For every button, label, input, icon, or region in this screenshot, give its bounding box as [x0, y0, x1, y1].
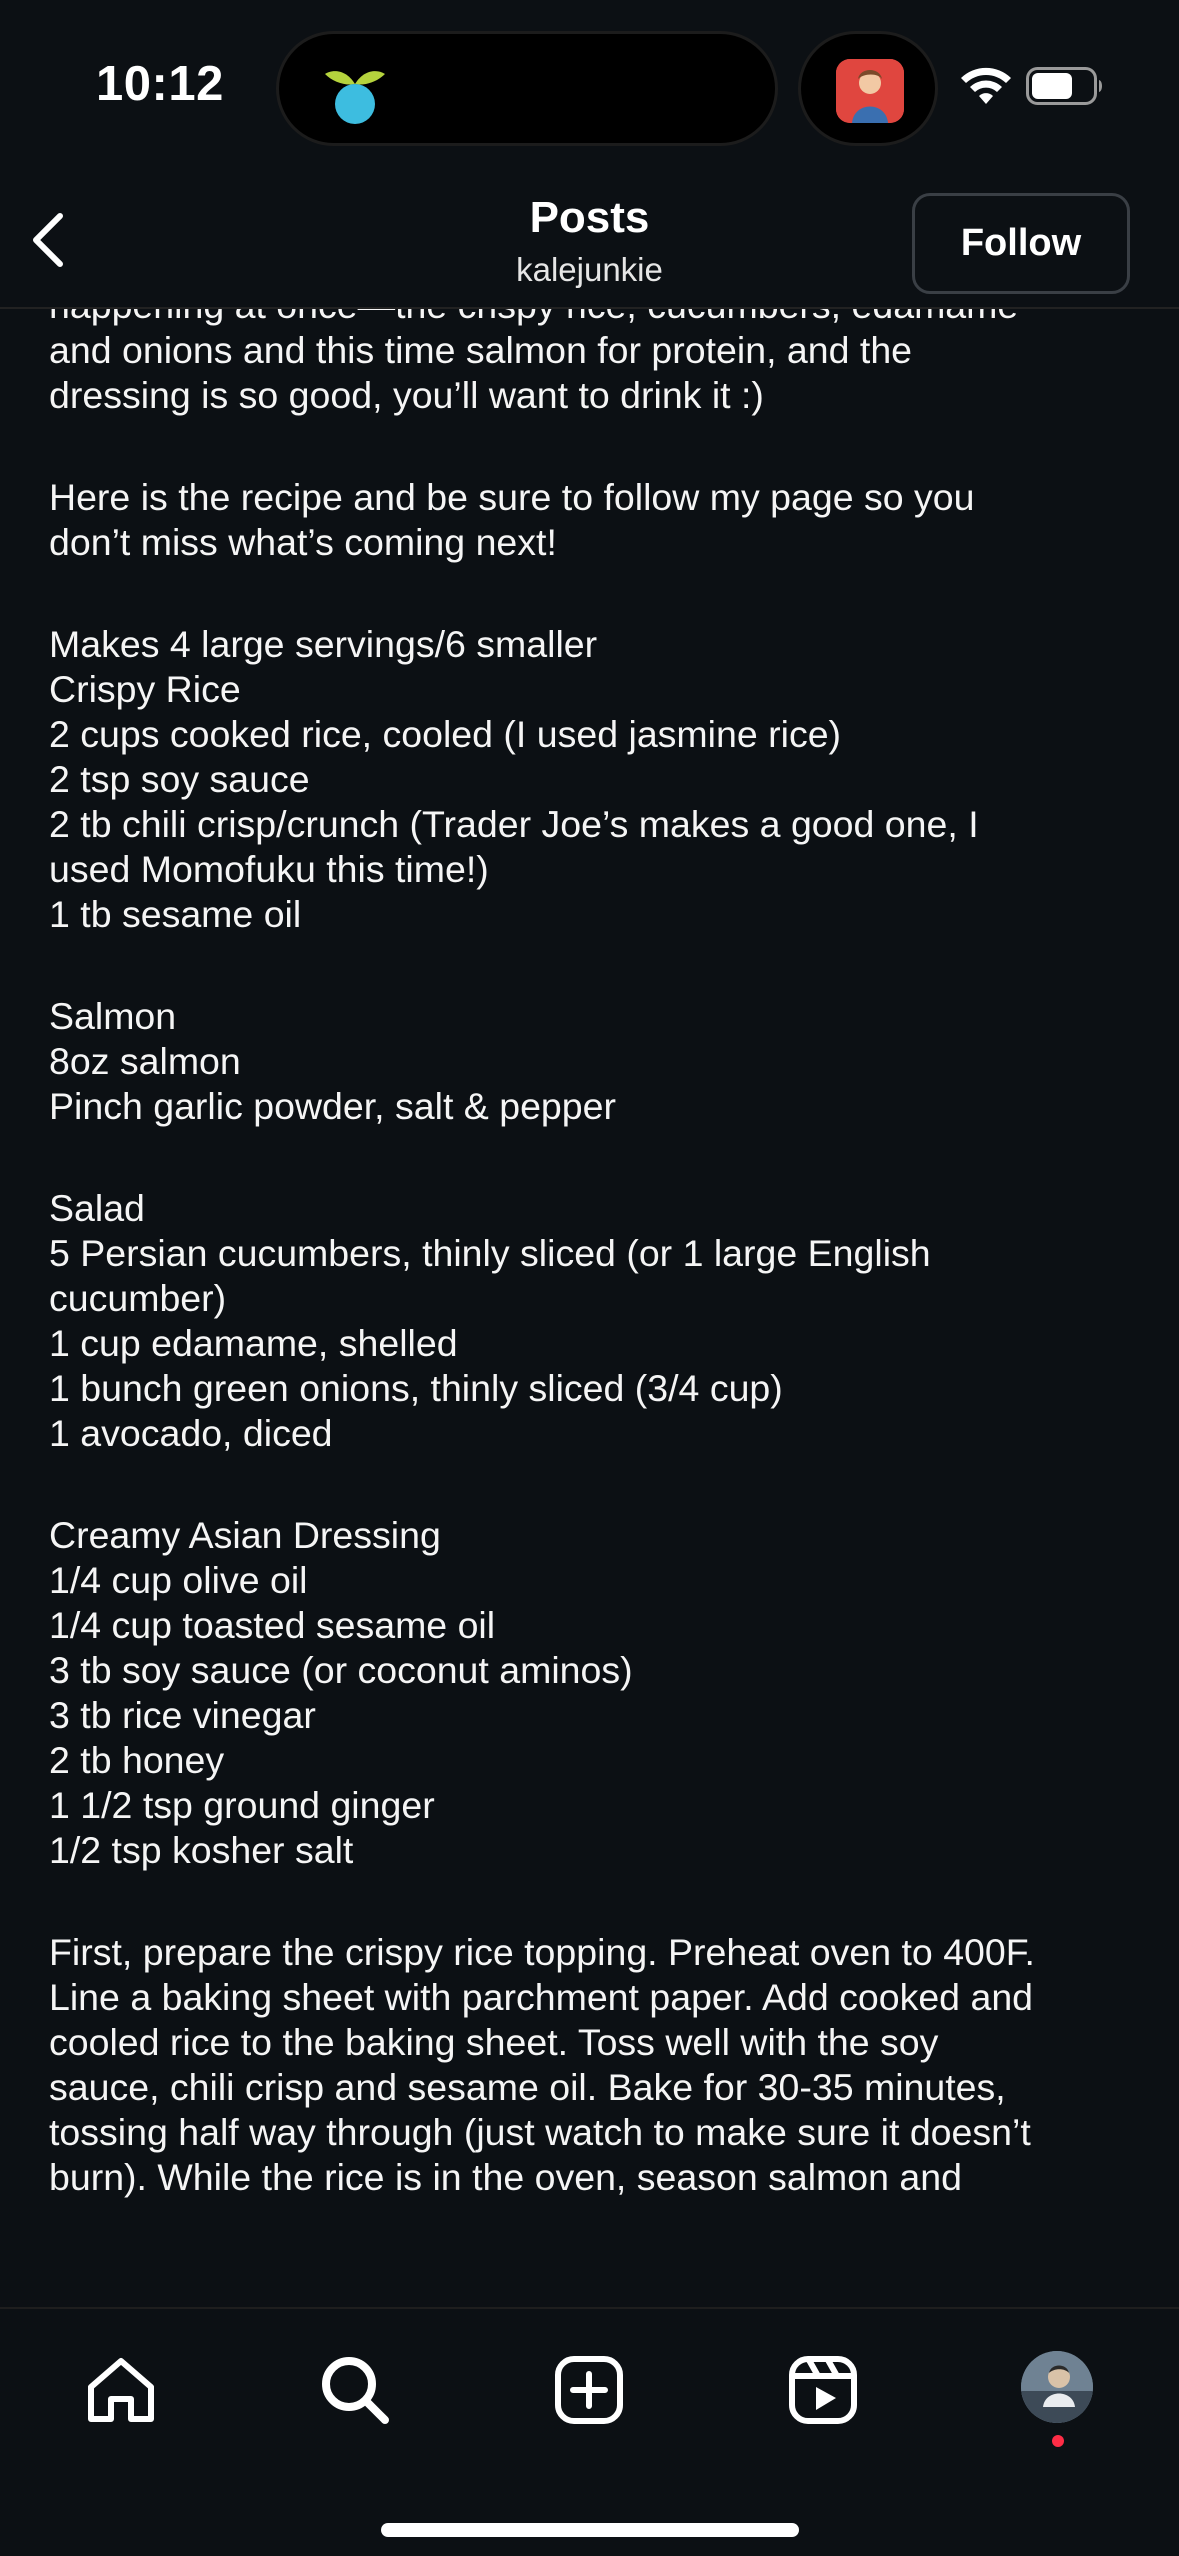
media-thumbnail	[836, 59, 904, 123]
caption-line: Creamy Asian Dressing	[49, 1514, 441, 1556]
notification-dot	[1052, 2435, 1064, 2447]
caption-line: 1 tb sesame oil	[49, 893, 302, 935]
caption-paragraph-break	[49, 418, 1149, 475]
wifi-icon	[961, 67, 1011, 104]
caption-line: happening at once—the crispy rice, cucum…	[49, 309, 1149, 328]
home-indicator	[381, 2523, 799, 2537]
dynamic-island[interactable]	[276, 31, 778, 146]
create-post-icon	[555, 2356, 623, 2424]
caption-line: 1/4 cup olive oil	[49, 1559, 308, 1601]
caption-paragraph-break	[49, 565, 1149, 622]
caption-line: 2 cups cooked rice, cooled (I used jasmi…	[49, 713, 842, 755]
caption-line: Pinch garlic powder, salt & pepper	[49, 1085, 616, 1127]
caption-line: 1/2 tsp kosher salt	[49, 1829, 354, 1871]
caption-paragraph-break	[49, 1129, 1149, 1186]
profile-avatar[interactable]	[1021, 2351, 1093, 2423]
live-activity-pill[interactable]	[798, 31, 938, 146]
caption-line: 1 1/2 tsp ground ginger	[49, 1784, 435, 1826]
instagram-post-caption-screen: 10:12 Posts kalejunkie Follow and onions…	[0, 0, 1179, 2556]
caption-line: 1/4 cup toasted sesame oil	[49, 1604, 496, 1646]
caption-line: 5 Persian cucumbers, thinly sliced (or 1…	[49, 1232, 931, 1274]
caption-line: burn). While the rice is in the oven, se…	[49, 2156, 962, 2198]
caption-line: 1 avocado, diced	[49, 1412, 333, 1454]
status-time: 10:12	[96, 57, 224, 111]
search-icon	[322, 2357, 389, 2424]
caption-line: used Momofuku this time!)	[49, 848, 489, 890]
caption-line: 8oz salmon	[49, 1040, 241, 1082]
post-caption: happening at once—the crispy rice, cucum…	[49, 309, 1149, 2200]
caption-line: Here is the recipe and be sure to follow…	[49, 476, 975, 518]
caption-line: Line a baking sheet with parchment paper…	[49, 1976, 1034, 2018]
leaf-app-icon	[325, 71, 385, 124]
caption-line: 2 tsp soy sauce	[49, 758, 310, 800]
caption-line: 2 tb chili crisp/crunch (Trader Joe’s ma…	[49, 803, 979, 845]
caption-line: 3 tb rice vinegar	[49, 1694, 316, 1736]
caption-line: and onions and this time salmon for prot…	[49, 329, 913, 371]
caption-line: Salad	[49, 1187, 145, 1229]
caption-line: 1 bunch green onions, thinly sliced (3/4…	[49, 1367, 783, 1409]
bottom-tab-bar	[0, 2307, 1179, 2556]
reels-icon	[789, 2356, 857, 2424]
search-tab[interactable]	[312, 2347, 398, 2433]
caption-line: 1 cup edamame, shelled	[49, 1322, 458, 1364]
caption-scroll-area[interactable]: happening at once—the crispy rice, cucum…	[0, 309, 1179, 2307]
caption-line: 3 tb soy sauce (or coconut aminos)	[49, 1649, 633, 1691]
caption-paragraph-break	[49, 1873, 1149, 1930]
caption-line: sauce, chili crisp and sesame oil. Bake …	[49, 2066, 1006, 2108]
caption-line: cooled rice to the baking sheet. Toss we…	[49, 2021, 939, 2063]
caption-line: tossing half way through (just watch to …	[49, 2111, 1031, 2153]
caption-line: cucumber)	[49, 1277, 227, 1319]
home-tab[interactable]	[78, 2347, 164, 2433]
caption-line: Crispy Rice	[49, 668, 241, 710]
posts-header: Posts kalejunkie Follow	[0, 175, 1179, 309]
caption-line: 2 tb honey	[49, 1739, 225, 1781]
caption-line: dressing is so good, you’ll want to drin…	[49, 374, 764, 416]
home-icon	[88, 2358, 154, 2422]
reels-tab[interactable]	[780, 2347, 866, 2433]
status-bar: 10:12	[0, 0, 1179, 175]
caption-paragraph-break	[49, 1456, 1149, 1513]
caption-paragraph-break	[49, 937, 1149, 994]
create-tab[interactable]	[546, 2347, 632, 2433]
caption-line: First, prepare the crispy rice topping. …	[49, 1931, 1035, 1973]
caption-line: Salmon	[49, 995, 177, 1037]
follow-button[interactable]: Follow	[912, 193, 1130, 294]
caption-line: don’t miss what’s coming next!	[49, 521, 557, 563]
caption-line: Makes 4 large servings/6 smaller	[49, 623, 598, 665]
battery-icon	[1026, 67, 1102, 105]
